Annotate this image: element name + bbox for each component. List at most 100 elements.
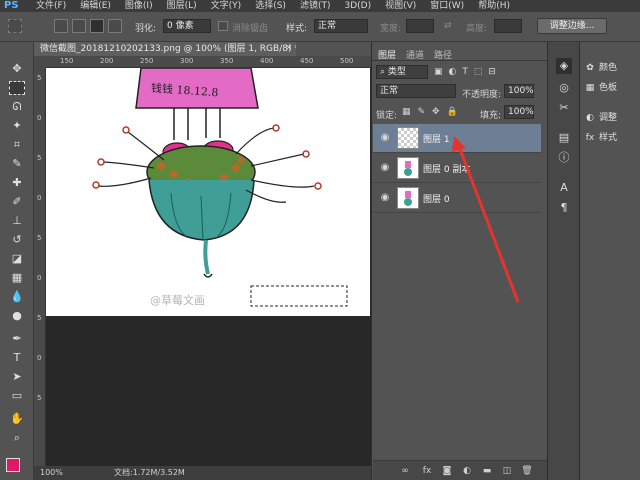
crop-tool-icon[interactable]: ⌗ xyxy=(9,138,25,152)
seed xyxy=(157,162,165,170)
shape-tool-icon[interactable]: ▭ xyxy=(9,389,25,403)
intersect-selection-icon[interactable] xyxy=(108,19,122,33)
zoom-tool-icon[interactable]: ⌕ xyxy=(9,431,25,445)
filter-icons[interactable]: ▣◐T⬚⊟ xyxy=(434,67,534,79)
fill-label: 填充: xyxy=(480,111,502,121)
lasso-tool-icon[interactable]: ᘏ xyxy=(9,100,25,114)
channels-dock-icon[interactable]: ◎ xyxy=(556,80,572,96)
visibility-eye-icon[interactable]: ◉ xyxy=(379,132,391,144)
paragraph-dock-icon[interactable]: ¶ xyxy=(556,200,572,216)
menu-view[interactable]: 视图(V) xyxy=(385,0,416,12)
ruler-tick: 0 xyxy=(37,194,42,202)
hand-tool-icon[interactable]: ✋ xyxy=(9,412,25,426)
blur-tool-icon[interactable]: 💧 xyxy=(9,290,25,304)
adjustment-layer-icon[interactable]: ◐ xyxy=(461,465,473,477)
menu-help[interactable]: 帮助(H) xyxy=(478,0,510,12)
doc-size[interactable]: 文档:1.72M/3.52M xyxy=(114,466,185,480)
visibility-eye-icon[interactable]: ◉ xyxy=(379,162,391,174)
ruler-tick: 400 xyxy=(260,57,274,65)
eraser-tool-icon[interactable]: ◪ xyxy=(9,252,25,266)
fill-input[interactable]: 100% xyxy=(504,105,534,119)
refine-edge-button[interactable]: 调整边缘... xyxy=(537,18,607,34)
seed xyxy=(232,164,240,172)
adjustments-panel-item[interactable]: ◐ 调整 xyxy=(584,110,640,124)
pen-tool-icon[interactable]: ✒ xyxy=(9,332,25,346)
menu-select[interactable]: 选择(S) xyxy=(255,0,286,12)
opacity-input[interactable]: 100% xyxy=(504,84,534,98)
zoom-level[interactable]: 100% xyxy=(40,466,63,480)
selection-marquee[interactable] xyxy=(250,285,348,307)
tendril xyxy=(127,131,165,161)
ruler-tick: 150 xyxy=(60,57,74,65)
document-tab[interactable]: 微信截图_20181210202133.png @ 100% (图层 1, RG… xyxy=(34,42,296,56)
height-label: 高度: xyxy=(466,24,488,34)
link-layers-icon[interactable]: ∞ xyxy=(399,465,411,477)
blend-mode-select[interactable]: 正常 xyxy=(376,84,456,98)
swap-icon[interactable]: ⇄ xyxy=(444,21,452,31)
image-canvas[interactable]: 钱钱 18.12.8 @草莓文画 xyxy=(46,68,370,316)
layer-name: 图层 0 xyxy=(423,195,450,205)
new-layer-icon[interactable]: ◫ xyxy=(501,465,513,477)
style-select[interactable]: 正常 xyxy=(314,19,368,33)
styles-panel-item[interactable]: fx 样式 xyxy=(584,130,640,144)
layer-style-icon[interactable]: fx xyxy=(421,465,433,477)
history-dock-icon[interactable]: ▤ xyxy=(556,130,572,146)
canvas-illustration xyxy=(92,68,348,307)
menu-edit[interactable]: 编辑(E) xyxy=(80,0,111,12)
lock-icons[interactable]: ▦✎✥🔒 xyxy=(402,107,465,117)
antialias-checkbox[interactable] xyxy=(218,21,228,31)
adjustments-panel-label: 调整 xyxy=(599,113,618,123)
width-input[interactable] xyxy=(406,19,434,33)
layer-thumbnail xyxy=(397,157,419,179)
new-selection-icon[interactable] xyxy=(54,19,68,33)
ruler-tick: 500 xyxy=(340,57,354,65)
dodge-tool-icon[interactable]: ● xyxy=(9,309,25,323)
layers-dock-icon[interactable]: ◈ xyxy=(556,58,572,74)
layer-thumbnail xyxy=(397,187,419,209)
gradient-tool-icon[interactable]: ▦ xyxy=(9,271,25,285)
marquee-preset-icon[interactable] xyxy=(8,19,22,33)
info-dock-icon[interactable]: ⓘ xyxy=(556,150,572,166)
visibility-eye-icon[interactable]: ◉ xyxy=(379,192,391,204)
subtract-selection-icon[interactable] xyxy=(90,19,104,33)
adjustments-icon: ◐ xyxy=(586,113,594,123)
type-tool-icon[interactable]: T xyxy=(9,351,25,365)
history-brush-icon[interactable]: ↺ xyxy=(9,233,25,247)
menu-3d[interactable]: 3D(D) xyxy=(344,0,371,12)
magic-wand-icon[interactable]: ✦ xyxy=(9,119,25,133)
layer-thumbnail xyxy=(397,127,419,149)
menu-filter[interactable]: 滤镜(T) xyxy=(300,0,331,12)
delete-layer-icon[interactable]: 🗑 xyxy=(521,465,533,477)
close-tab-icon[interactable]: × xyxy=(285,43,295,55)
path-select-icon[interactable]: ➤ xyxy=(9,370,25,384)
palette-icon: ✿ xyxy=(586,63,594,73)
height-input[interactable] xyxy=(494,19,522,33)
color-panel-item[interactable]: ✿ 颜色 xyxy=(584,60,640,74)
clone-stamp-icon[interactable]: ⊥ xyxy=(9,214,25,228)
character-dock-icon[interactable]: A xyxy=(556,180,572,196)
move-tool-icon[interactable]: ✥ xyxy=(9,62,25,76)
ruler-tick: 0 xyxy=(37,274,42,282)
ruler-tick: 200 xyxy=(100,57,114,65)
menu-image[interactable]: 图像(I) xyxy=(125,0,153,12)
layers-footer: ∞ fx ◙ ◐ ▬ ◫ 🗑 xyxy=(373,460,547,480)
menu-layer[interactable]: 图层(L) xyxy=(167,0,197,12)
status-bar: 100% 文档:1.72M/3.52M xyxy=(34,466,371,480)
foreground-color-swatch[interactable] xyxy=(6,458,20,472)
paths-dock-icon[interactable]: ✂ xyxy=(556,100,572,116)
healing-brush-icon[interactable]: ✚ xyxy=(9,176,25,190)
eyedropper-icon[interactable]: ✎ xyxy=(9,157,25,171)
new-group-icon[interactable]: ▬ xyxy=(481,465,493,477)
menu-window[interactable]: 窗口(W) xyxy=(430,0,464,12)
layer-filter-select[interactable]: ⌕ 类型 xyxy=(376,65,428,79)
menu-type[interactable]: 文字(Y) xyxy=(211,0,242,12)
menu-file[interactable]: 文件(F) xyxy=(36,0,66,12)
marquee-tool-icon[interactable] xyxy=(9,81,25,95)
styles-panel-label: 样式 xyxy=(599,133,618,143)
add-selection-icon[interactable] xyxy=(72,19,86,33)
swatches-panel-item[interactable]: ▦ 色板 xyxy=(584,80,640,94)
stem xyxy=(203,239,210,275)
brush-tool-icon[interactable]: ✐ xyxy=(9,195,25,209)
add-mask-icon[interactable]: ◙ xyxy=(441,465,453,477)
feather-input[interactable]: 0 像素 xyxy=(163,19,211,33)
